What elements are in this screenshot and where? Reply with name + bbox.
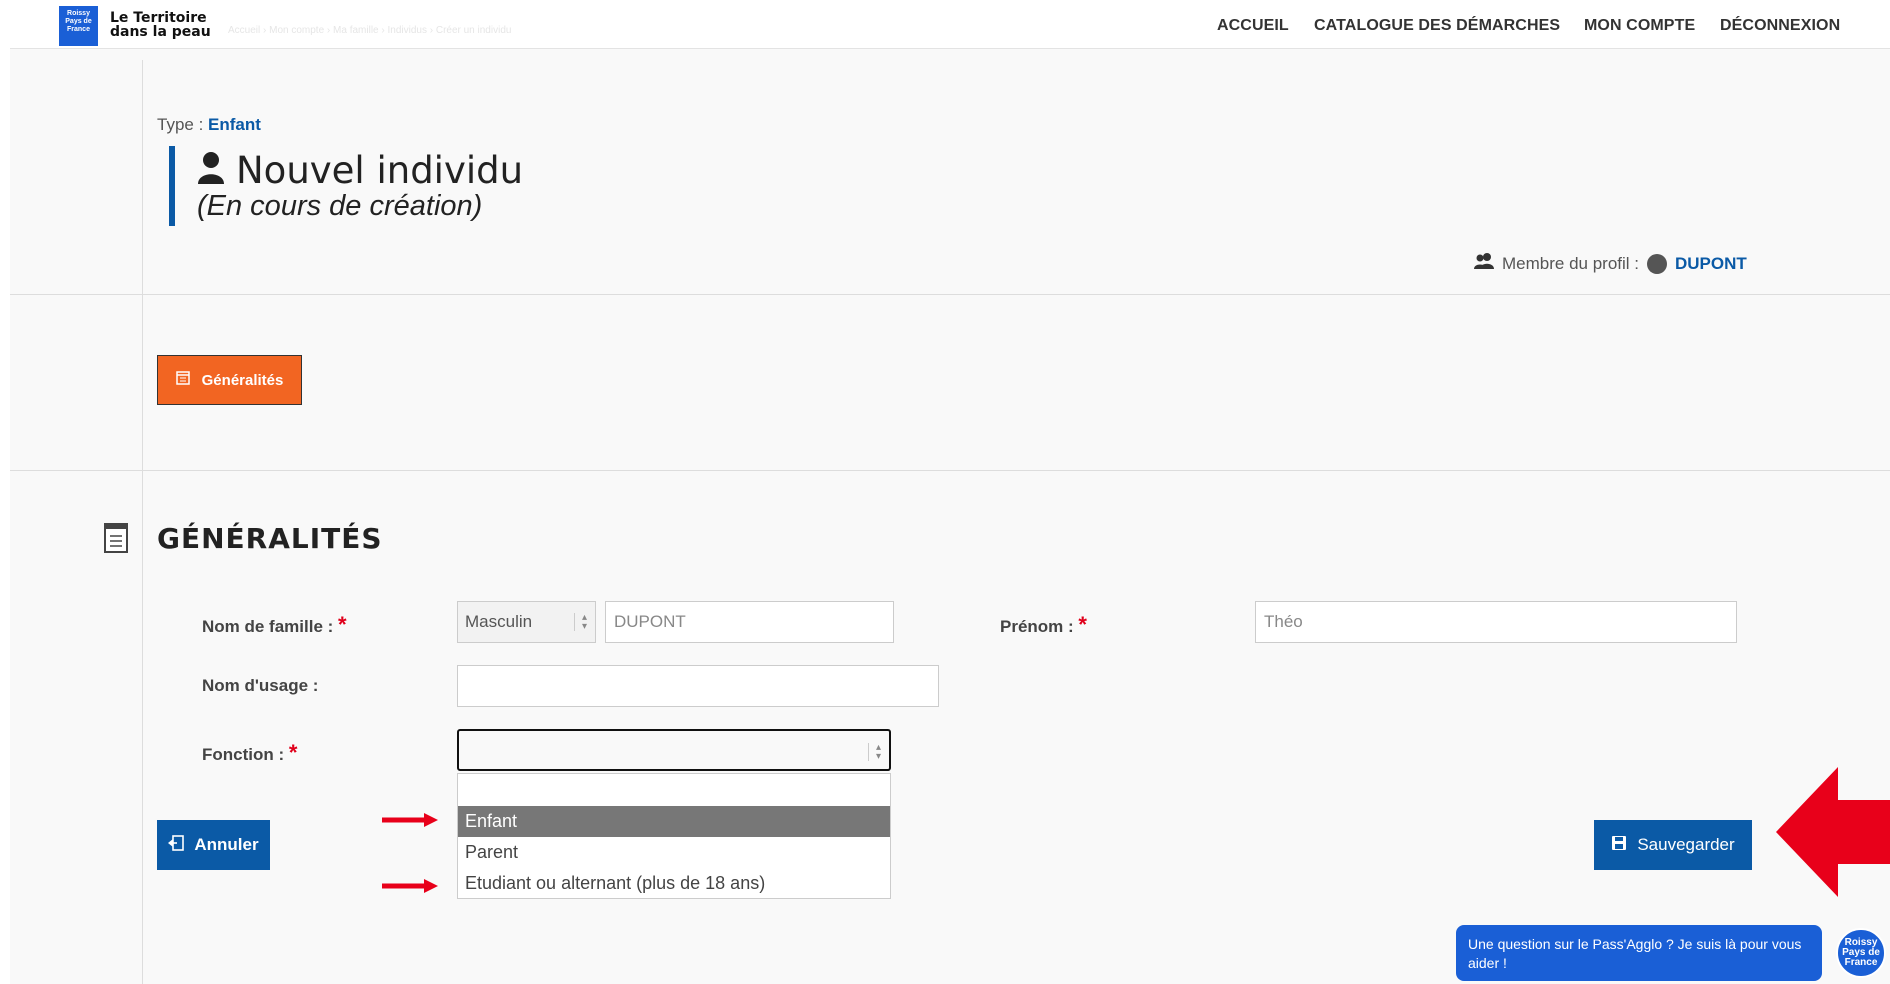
nav-mon-compte[interactable]: MON COMPTE <box>1584 17 1695 35</box>
profile-member: Membre du profil : DUPONT <box>1474 253 1747 274</box>
page-title: Nouvel individu <box>236 149 524 192</box>
required-mark: * <box>1078 612 1087 637</box>
member-label: Membre du profil : <box>1502 253 1639 273</box>
breadcrumb: Accueil › Mon compte › Ma famille › Indi… <box>228 25 512 36</box>
fonction-select[interactable]: ▴ ▾ <box>457 729 891 771</box>
prenom-input[interactable]: Théo <box>1255 601 1737 643</box>
exit-icon <box>168 834 185 856</box>
fonction-option-empty[interactable] <box>458 774 890 805</box>
logo-badge[interactable]: Roissy Pays de France <box>59 6 98 46</box>
logo-line-2: dans la peau <box>110 24 211 40</box>
members-icon <box>1474 253 1494 274</box>
type-value: Enfant <box>208 115 261 134</box>
content-guide-line <box>142 60 143 984</box>
tab-generalites-label: Généralités <box>201 371 284 389</box>
nav-accueil[interactable]: ACCUEIL <box>1217 17 1289 35</box>
section-title: GÉNÉRALITÉS <box>157 522 383 555</box>
required-mark: * <box>288 740 298 765</box>
nom-usage-input[interactable] <box>457 665 939 707</box>
arrow-right-icon <box>382 878 438 894</box>
save-icon <box>1611 835 1627 856</box>
tab-generalites[interactable]: Généralités <box>157 355 302 405</box>
fonction-option-etudiant[interactable]: Etudiant ou alternant (plus de 18 ans) <box>458 868 890 899</box>
civilite-value: Masculin <box>465 612 533 631</box>
save-button[interactable]: Sauvegarder <box>1594 820 1752 870</box>
civilite-select[interactable]: Masculin ▴ ▾ <box>457 601 596 643</box>
fonction-option-enfant[interactable]: Enfant <box>458 806 890 837</box>
required-mark: * <box>338 612 347 637</box>
person-icon <box>197 151 225 185</box>
prenom-label: Prénom : * <box>1000 612 1087 638</box>
page-subtitle: (En cours de création) <box>197 190 483 222</box>
fonction-label-text: Fonction : <box>202 745 285 764</box>
nav-deconnexion[interactable]: DÉCONNEXION <box>1720 17 1840 35</box>
fonction-option-parent[interactable]: Parent <box>458 837 890 868</box>
arrow-right-icon <box>382 812 438 828</box>
prenom-label-text: Prénom : <box>1000 617 1074 636</box>
save-button-label: Sauvegarder <box>1637 835 1735 854</box>
member-name[interactable]: DUPONT <box>1675 254 1747 274</box>
fonction-label: Fonction : * <box>202 740 297 766</box>
arrow-left-icon <box>1776 767 1890 897</box>
cancel-button[interactable]: Annuler <box>157 820 270 870</box>
member-avatar <box>1647 253 1667 274</box>
document-icon <box>104 523 128 553</box>
type-indicator: Type : Enfant <box>157 115 261 135</box>
logo-line-1: Le Territoire <box>110 10 207 26</box>
chat-avatar[interactable]: Roissy Pays de France <box>1836 928 1886 978</box>
chat-bubble[interactable]: Une question sur le Pass'Agglo ? Je suis… <box>1456 925 1822 981</box>
site-logo-text[interactable]: Le Territoire dans la peau <box>110 11 211 39</box>
divider <box>10 294 1890 295</box>
nom-famille-label: Nom de famille : * <box>202 612 347 638</box>
divider <box>10 470 1890 471</box>
chevron-updown-icon: ▴ ▾ <box>867 743 881 762</box>
title-accent-bar <box>169 146 175 226</box>
type-label: Type : <box>157 115 204 134</box>
calendar-icon <box>175 371 190 389</box>
fonction-dropdown: Enfant Parent Etudiant ou alternant (plu… <box>457 773 891 899</box>
cancel-button-label: Annuler <box>194 835 259 854</box>
chevron-updown-icon: ▴ ▾ <box>573 613 587 632</box>
nom-usage-label: Nom d'usage : <box>202 676 319 695</box>
nav-catalogue[interactable]: CATALOGUE DES DÉMARCHES <box>1314 17 1560 35</box>
nom-famille-label-text: Nom de famille : <box>202 617 334 636</box>
nom-famille-input[interactable]: DUPONT <box>605 601 894 643</box>
